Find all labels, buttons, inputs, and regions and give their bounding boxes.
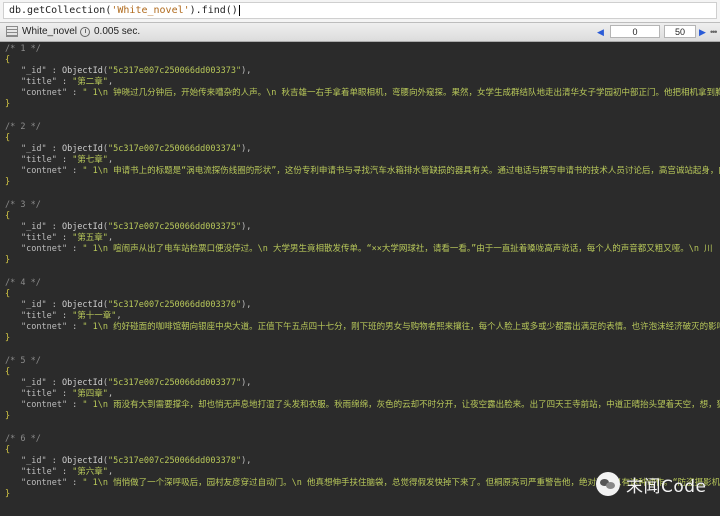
title-value: "第七章" [72,155,108,165]
document-5: /* 5 */ { "_id" : ObjectId("5c317e007c25… [0,356,720,422]
doc-comment: /* 2 */ [5,122,41,132]
results-panel[interactable]: /* 1 */ { "_id" : ObjectId("5c317e007c25… [0,42,720,516]
id-line: "_id" : ObjectId("5c317e007c250066dd0033… [21,300,252,310]
page-from-input[interactable]: 0 [610,25,660,38]
doc-comment: /* 1 */ [5,44,41,54]
close-brace: } [5,411,11,421]
prev-page-button[interactable]: ◀ [597,23,604,41]
more-options-button[interactable]: ••• [710,23,718,41]
query-suffix: ).find() [189,5,238,16]
contnet-value: " 1\n 喧闹声从出了电车站检票口便没停过。\n 大学男生竟相散发传单。“××… [82,244,713,254]
contnet-line: "contnet" : " 1\n 喧闹声从出了电车站检票口便没停过。\n 大学… [21,244,713,254]
title-line: "title" : "第六章", [21,467,114,477]
page-size-input[interactable]: 50 [664,25,696,38]
open-brace: { [5,133,11,143]
open-brace: { [5,289,11,299]
doc-comment: /* 6 */ [5,434,41,444]
document-3: /* 3 */ { "_id" : ObjectId("5c317e007c25… [0,200,720,266]
object-id-value: "5c317e007c250066dd003377" [108,378,242,388]
title-value: "第十一章" [72,311,117,321]
results-toolbar: White_novel 0.005 sec. ◀ 0 50 ▶ ••• [0,23,720,42]
close-brace: } [5,489,11,499]
title-value: "第四章" [72,389,108,399]
id-line: "_id" : ObjectId("5c317e007c250066dd0033… [21,378,252,388]
collection-icon [6,26,18,37]
object-id-value: "5c317e007c250066dd003376" [108,300,242,310]
query-prefix: db.getCollection( [9,5,112,16]
query-input[interactable]: db.getCollection('White_novel').find() [3,2,717,19]
close-brace: } [5,99,11,109]
doc-comment: /* 5 */ [5,356,41,366]
title-value: "第六章" [72,467,108,477]
doc-comment: /* 4 */ [5,278,41,288]
text-cursor [238,4,240,16]
wechat-icon [596,472,620,496]
open-brace: { [5,367,11,377]
open-brace: { [5,55,11,65]
id-line: "_id" : ObjectId("5c317e007c250066dd0033… [21,66,252,76]
title-line: "title" : "第二章", [21,77,114,87]
open-brace: { [5,211,11,221]
contnet-value: " 1\n 申请书上的标题是“涡电流探伤线圈的形状”，这份专利申请书与寻找汽车水… [82,166,720,176]
title-line: "title" : "第五章", [21,233,114,243]
document-1: /* 1 */ { "_id" : ObjectId("5c317e007c25… [0,44,720,110]
query-collection-arg: 'White_novel' [111,5,190,16]
title-line: "title" : "第四章", [21,389,114,399]
object-id-value: "5c317e007c250066dd003378" [108,456,242,466]
watermark-text: 末闻Code [626,476,707,497]
close-brace: } [5,255,11,265]
document-4: /* 4 */ { "_id" : ObjectId("5c317e007c25… [0,278,720,344]
title-line: "title" : "第七章", [21,155,114,165]
contnet-value: " 1\n 雨没有大到需要撑伞，却也悄无声息地打湿了头发和衣服。秋雨绵绵，灰色的… [82,400,720,410]
clock-icon [80,27,90,37]
object-id-value: "5c317e007c250066dd003375" [108,222,242,232]
elapsed-time: 0.005 sec. [94,26,141,37]
document-2: /* 2 */ { "_id" : ObjectId("5c317e007c25… [0,122,720,188]
id-line: "_id" : ObjectId("5c317e007c250066dd0033… [21,456,252,466]
object-id-value: "5c317e007c250066dd003373" [108,66,242,76]
contnet-line: "contnet" : " 1\n 约好碰面的咖啡馆朝向银座中央大道。正值下午五… [5,322,720,333]
close-brace: } [5,177,11,187]
contnet-value: " 1\n 约好碰面的咖啡馆朝向银座中央大道。正值下午五点四十七分，刚下班的男女… [82,322,720,332]
next-page-button[interactable]: ▶ [699,23,706,41]
query-bar: db.getCollection('White_novel').find() [0,0,720,23]
open-brace: { [5,445,11,455]
title-value: "第五章" [72,233,108,243]
title-line: "title" : "第十一章", [21,311,122,321]
contnet-line: "contnet" : " 1\n 雨没有大到需要撑伞，却也悄无声息地打湿了头发… [5,400,720,411]
id-line: "_id" : ObjectId("5c317e007c250066dd0033… [21,222,252,232]
contnet-line: "contnet" : " 1\n 申请书上的标题是“涡电流探伤线圈的形状”，这… [5,166,720,177]
doc-comment: /* 3 */ [5,200,41,210]
watermark: 末闻Code [596,472,707,497]
contnet-value: " 1\n 钟晓过几分钟后，开始传来嘈杂的人声。\n 秋吉雄一右手拿着单眼相机，… [82,88,720,98]
id-line: "_id" : ObjectId("5c317e007c250066dd0033… [21,144,252,154]
object-id-value: "5c317e007c250066dd003374" [108,144,242,154]
contnet-line: "contnet" : " 1\n 钟晓过几分钟后，开始传来嘈杂的人声。\n 秋… [5,88,720,99]
collection-name: White_novel [22,26,78,37]
title-value: "第二章" [72,77,108,87]
close-brace: } [5,333,11,343]
